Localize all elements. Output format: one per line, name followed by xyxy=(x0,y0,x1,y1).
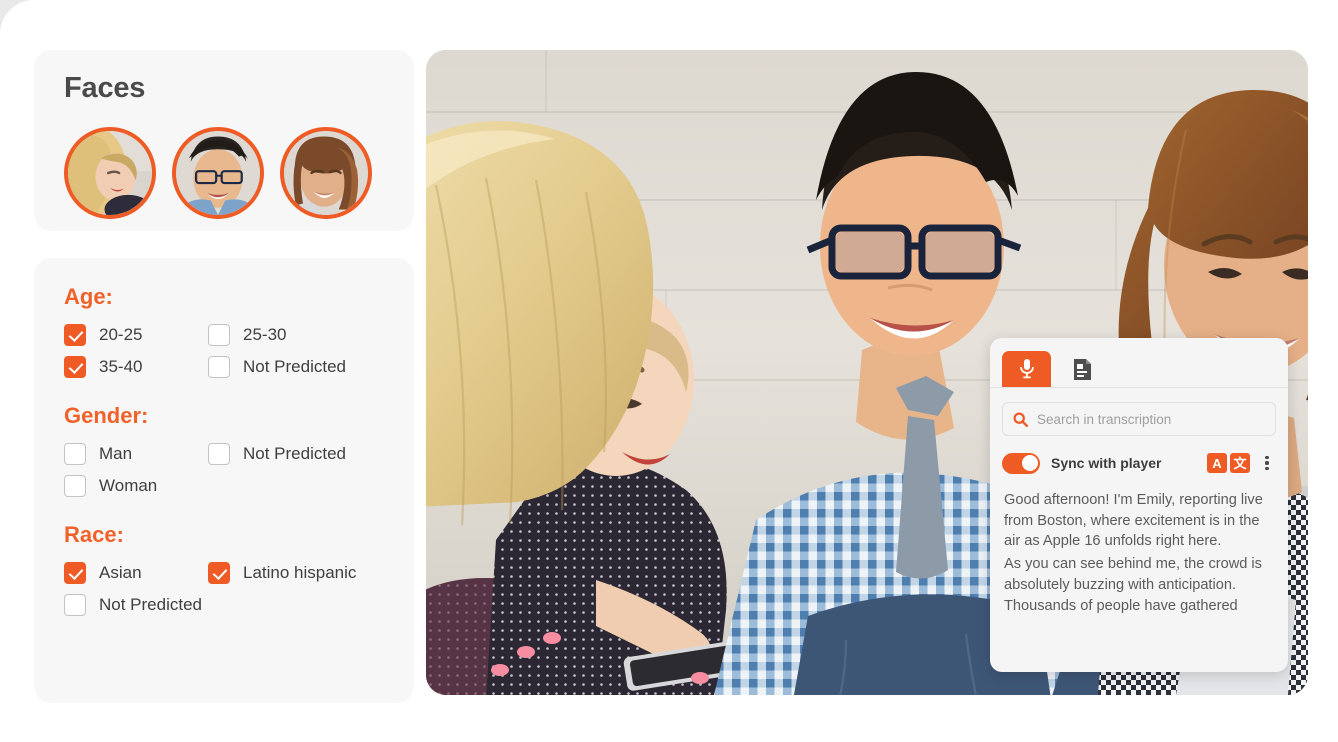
sync-with-player-label: Sync with player xyxy=(1051,455,1162,471)
faces-title: Faces xyxy=(64,72,146,104)
transcription-actions: A 文 xyxy=(1207,453,1276,473)
filter-row: Woman xyxy=(64,475,384,497)
filter-option-race-latino-hispanic[interactable]: Latino hispanic xyxy=(208,562,356,584)
sync-with-player-toggle[interactable] xyxy=(1002,452,1040,474)
kebab-dot xyxy=(1265,461,1269,465)
tab-subtitle-document[interactable] xyxy=(1061,351,1103,387)
filter-row: Not Predicted xyxy=(64,594,384,616)
left-sidebar: Faces Age: 20-25 25-30 35-40 Not Predict… xyxy=(34,50,414,703)
faces-card: Faces xyxy=(34,50,414,231)
face-thumbnail-3[interactable] xyxy=(280,127,372,219)
checkbox-icon[interactable] xyxy=(64,475,86,497)
checkbox-icon[interactable] xyxy=(208,356,230,378)
filter-option-label: 25-30 xyxy=(243,325,287,344)
filter-option-race-asian[interactable]: Asian xyxy=(64,562,208,584)
filter-option-age-20-25[interactable]: 20-25 xyxy=(64,324,208,346)
transcription-tabs xyxy=(990,338,1288,388)
filter-row: 35-40 Not Predicted xyxy=(64,356,384,378)
translate-language-badge[interactable]: 文 xyxy=(1230,453,1250,473)
filter-group-race: Race: Asian Latino hispanic Not Predicte… xyxy=(64,522,384,616)
checkbox-icon[interactable] xyxy=(208,443,230,465)
filter-option-label: Not Predicted xyxy=(243,444,346,463)
filter-group-race-title: Race: xyxy=(64,522,124,547)
app-page: Faces Age: 20-25 25-30 35-40 Not Predict… xyxy=(0,0,1338,742)
filter-group-age-title: Age: xyxy=(64,284,113,309)
filter-row: Man Not Predicted xyxy=(64,443,384,465)
face-thumbnail-1-image xyxy=(68,131,152,215)
filter-group-age: Age: 20-25 25-30 35-40 Not Predicted xyxy=(64,284,384,378)
filter-option-label: Woman xyxy=(99,476,158,495)
filter-option-age-not-predicted[interactable]: Not Predicted xyxy=(208,356,346,378)
transcription-panel: Search in transcription Sync with player… xyxy=(990,338,1288,672)
kebab-menu-icon[interactable] xyxy=(1258,453,1276,473)
checkbox-icon[interactable] xyxy=(208,324,230,346)
filter-option-age-25-30[interactable]: 25-30 xyxy=(208,324,286,346)
search-input[interactable]: Search in transcription xyxy=(1002,402,1276,436)
face-thumbnail-2[interactable] xyxy=(172,127,264,219)
sync-control-row: Sync with player A 文 xyxy=(990,450,1288,476)
filter-group-gender: Gender: Man Not Predicted Woman xyxy=(64,403,384,497)
face-thumbnail-3-image xyxy=(284,131,368,215)
face-thumbnail-1[interactable] xyxy=(64,127,156,219)
transcription-text[interactable]: Good afternoon! I'm Emily, reporting liv… xyxy=(990,476,1288,616)
toggle-knob xyxy=(1021,455,1038,471)
filter-option-label: Not Predicted xyxy=(243,357,346,376)
microphone-icon xyxy=(1019,359,1034,379)
filter-row: 20-25 25-30 xyxy=(64,324,384,346)
checkbox-icon[interactable] xyxy=(64,443,86,465)
filter-group-gender-title: Gender: xyxy=(64,403,149,428)
filter-option-gender-man[interactable]: Man xyxy=(64,443,208,465)
tab-audio-transcription[interactable] xyxy=(1002,351,1051,387)
checkbox-checked-icon[interactable] xyxy=(208,562,230,584)
face-thumbnail-2-image xyxy=(176,131,260,215)
filter-option-label: Latino hispanic xyxy=(243,563,357,582)
checkbox-checked-icon[interactable] xyxy=(64,356,86,378)
transcript-paragraph: As you can see behind me, the crowd is a… xyxy=(1004,556,1262,614)
checkbox-checked-icon[interactable] xyxy=(64,562,86,584)
filter-option-gender-woman[interactable]: Woman xyxy=(64,475,208,497)
filter-option-label: Not Predicted xyxy=(99,595,202,614)
checkbox-checked-icon[interactable] xyxy=(64,324,86,346)
search-icon xyxy=(1013,411,1028,427)
search-placeholder: Search in transcription xyxy=(1037,411,1172,427)
transcript-paragraph: Good afternoon! I'm Emily, reporting liv… xyxy=(1004,492,1263,550)
filter-option-race-not-predicted[interactable]: Not Predicted xyxy=(64,594,208,616)
filter-option-label: Man xyxy=(99,444,133,463)
document-subtitle-icon xyxy=(1073,358,1091,380)
attribute-filters-card: Age: 20-25 25-30 35-40 Not Predicted Gen… xyxy=(34,258,414,703)
filter-option-age-35-40[interactable]: 35-40 xyxy=(64,356,208,378)
filter-option-label: 20-25 xyxy=(99,325,143,344)
checkbox-icon[interactable] xyxy=(64,594,86,616)
kebab-dot xyxy=(1265,467,1269,471)
kebab-dot xyxy=(1265,455,1269,459)
filter-option-gender-not-predicted[interactable]: Not Predicted xyxy=(208,443,346,465)
faces-thumbnail-row xyxy=(64,127,384,219)
filter-row: Asian Latino hispanic xyxy=(64,562,384,584)
filter-option-label: 35-40 xyxy=(99,357,143,376)
filter-option-label: Asian xyxy=(99,563,142,582)
source-language-badge[interactable]: A xyxy=(1207,453,1227,473)
